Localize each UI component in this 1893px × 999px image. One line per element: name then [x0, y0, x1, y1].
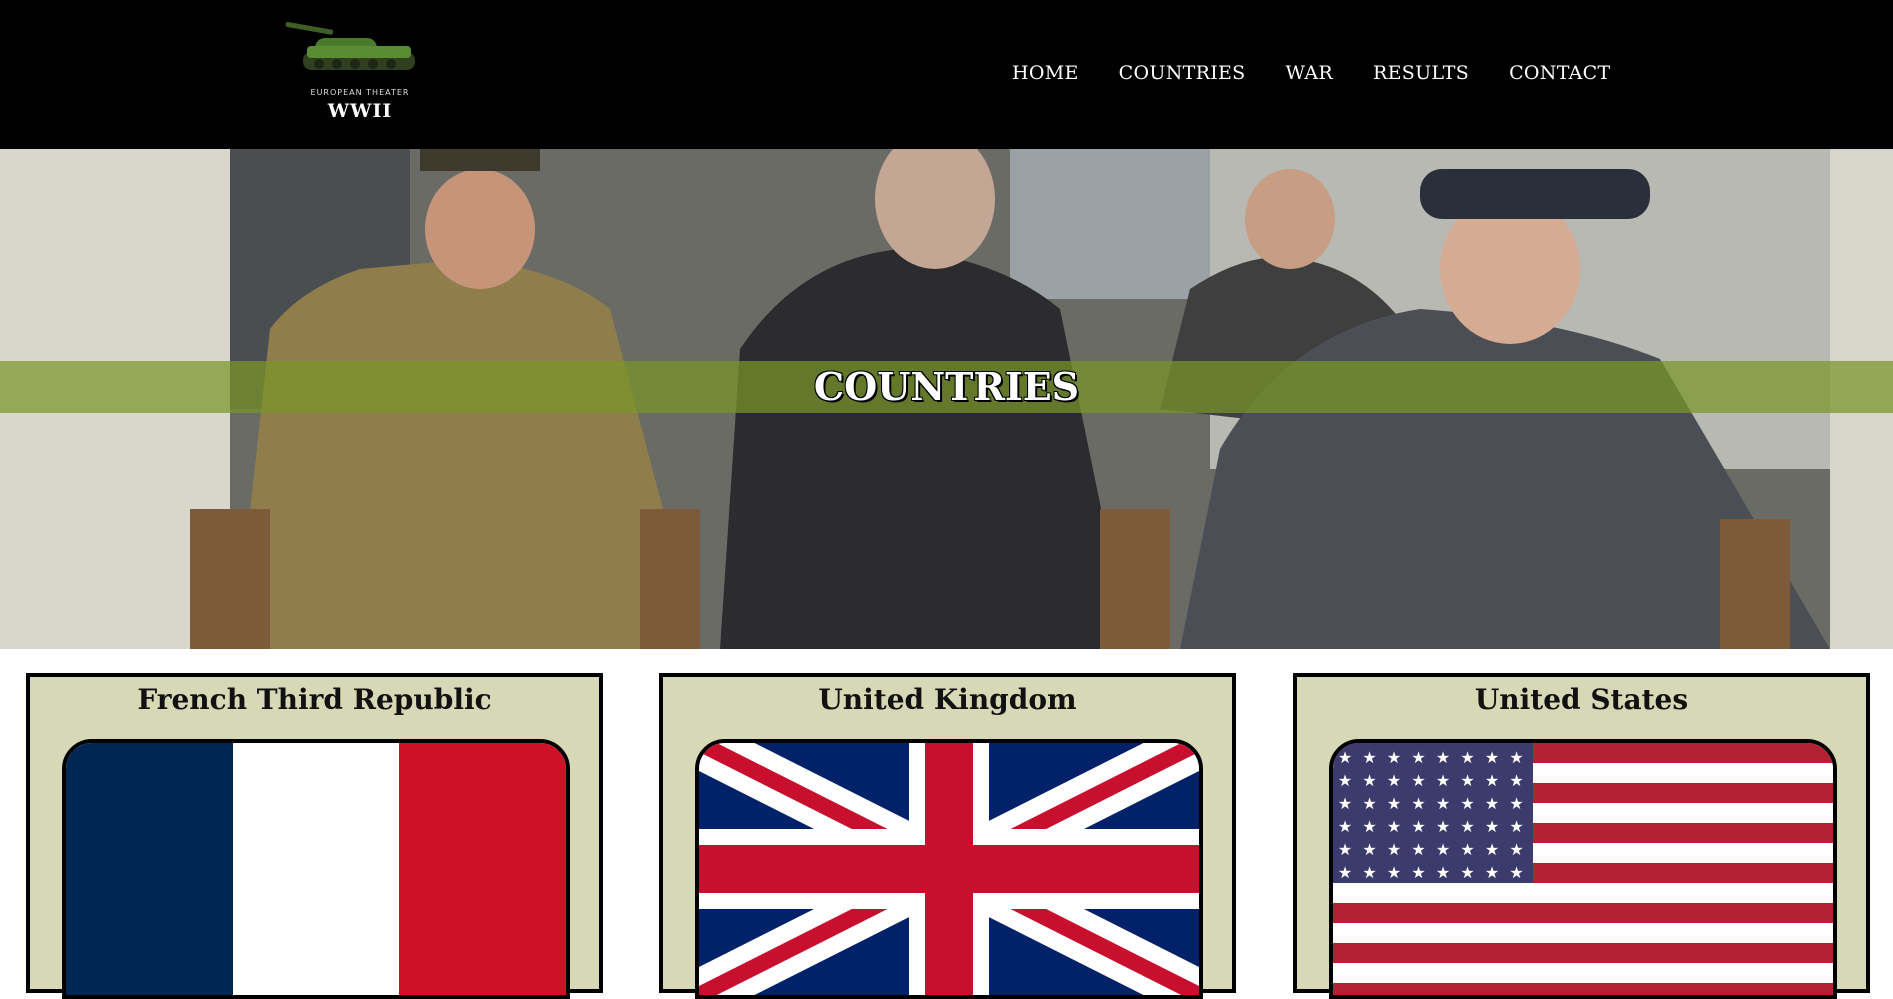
svg-text:★: ★ [1509, 863, 1523, 882]
svg-text:★: ★ [1338, 863, 1352, 882]
nav-war[interactable]: WAR [1286, 62, 1334, 84]
nav-countries[interactable]: COUNTRIES [1119, 62, 1246, 84]
svg-text:★: ★ [1485, 817, 1499, 836]
svg-text:★: ★ [1387, 840, 1401, 859]
site-logo[interactable]: EUROPEAN THEATER WWII [282, 22, 438, 128]
svg-text:★: ★ [1411, 863, 1425, 882]
svg-text:★: ★ [1387, 748, 1401, 767]
svg-text:★: ★ [1411, 794, 1425, 813]
nav-contact[interactable]: CONTACT [1509, 62, 1610, 84]
svg-text:★: ★ [1387, 817, 1401, 836]
svg-text:★: ★ [1338, 817, 1352, 836]
svg-text:★: ★ [1411, 840, 1425, 859]
svg-text:★: ★ [1460, 840, 1474, 859]
svg-text:★: ★ [1411, 771, 1425, 790]
svg-text:★: ★ [1338, 748, 1352, 767]
svg-text:★: ★ [1411, 817, 1425, 836]
svg-text:★: ★ [1362, 817, 1376, 836]
us-flag-icon: ★ ★ ★ ★ ★ ★ ★ ★ ★ ★ ★ ★ ★ ★ ★ ★ ★ ★ ★ ★ ★ ★ ★ ★ ★ ★ ★ ★ ★ ★ ★ ★ ★ ★ ★ ★ ★ ★ ★ ★… [1329, 739, 1837, 999]
svg-text:★: ★ [1485, 794, 1499, 813]
svg-text:★: ★ [1485, 748, 1499, 767]
logo-subtitle: EUROPEAN THEATER [310, 88, 410, 97]
france-flag-icon [62, 739, 570, 999]
svg-text:★: ★ [1485, 771, 1499, 790]
svg-text:★: ★ [1362, 748, 1376, 767]
svg-text:★: ★ [1436, 748, 1450, 767]
svg-text:★: ★ [1387, 863, 1401, 882]
svg-text:★: ★ [1460, 771, 1474, 790]
svg-text:★: ★ [1436, 840, 1450, 859]
svg-text:★: ★ [1509, 817, 1523, 836]
main-nav: HOME COUNTRIES WAR RESULTS CONTACT [1012, 62, 1610, 84]
svg-text:★: ★ [1362, 840, 1376, 859]
country-card-uk[interactable]: United Kingdom [659, 673, 1236, 999]
svg-text:★: ★ [1509, 771, 1523, 790]
tank-icon [285, 22, 415, 70]
svg-text:★: ★ [1509, 748, 1523, 767]
nav-home[interactable]: HOME [1012, 62, 1079, 84]
svg-text:★: ★ [1460, 794, 1474, 813]
svg-text:★: ★ [1436, 771, 1450, 790]
svg-text:★: ★ [1411, 748, 1425, 767]
svg-text:★: ★ [1485, 840, 1499, 859]
svg-text:★: ★ [1338, 794, 1352, 813]
svg-text:★: ★ [1436, 817, 1450, 836]
country-name: United States [1474, 683, 1689, 716]
svg-text:★: ★ [1338, 840, 1352, 859]
svg-text:★: ★ [1509, 840, 1523, 859]
union-jack-flag-icon [695, 739, 1203, 999]
svg-text:★: ★ [1460, 748, 1474, 767]
svg-text:★: ★ [1387, 794, 1401, 813]
svg-text:★: ★ [1436, 863, 1450, 882]
country-name: French Third Republic [137, 683, 492, 716]
site-header: EUROPEAN THEATER WWII HOME COUNTRIES WAR… [0, 0, 1893, 149]
svg-text:★: ★ [1362, 794, 1376, 813]
svg-text:★: ★ [1362, 771, 1376, 790]
country-card-france[interactable]: French Third Republic [26, 673, 603, 999]
svg-text:★: ★ [1362, 863, 1376, 882]
svg-text:★: ★ [1460, 863, 1474, 882]
svg-text:★: ★ [1485, 863, 1499, 882]
nav-results[interactable]: RESULTS [1373, 62, 1469, 84]
country-card-us[interactable]: United States ★ ★ ★ ★ ★ ★ ★ ★ ★ ★ ★ ★ ★ ★ ★ ★ ★ ★ ★ ★ ★ ★ ★ ★ ★ ★… [1293, 673, 1870, 999]
logo-title: WWII [327, 100, 393, 122]
svg-text:★: ★ [1338, 771, 1352, 790]
svg-text:★: ★ [1436, 794, 1450, 813]
svg-text:★: ★ [1387, 771, 1401, 790]
page-title: COUNTRIES [813, 364, 1080, 409]
svg-text:★: ★ [1460, 817, 1474, 836]
country-name: United Kingdom [818, 683, 1077, 716]
hero-banner: COUNTRIES [0, 149, 1893, 649]
svg-text:★: ★ [1509, 794, 1523, 813]
